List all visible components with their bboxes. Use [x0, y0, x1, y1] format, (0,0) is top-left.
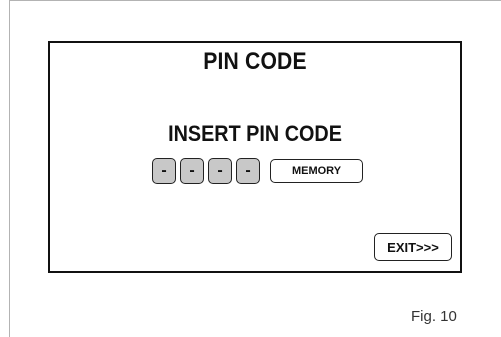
- pin-digit-4[interactable]: -: [236, 158, 260, 184]
- insert-pin-prompt: INSERT PIN CODE: [168, 121, 342, 146]
- pin-code-screen: PIN CODE INSERT PIN CODE - - - - MEMORY …: [48, 41, 462, 273]
- screen-title: PIN CODE: [203, 48, 307, 75]
- memory-button[interactable]: MEMORY: [270, 159, 363, 183]
- figure-frame-left: [9, 0, 10, 337]
- pin-digit-3[interactable]: -: [208, 158, 232, 184]
- pin-entry-row: - - - - MEMORY: [152, 156, 363, 186]
- pin-digit-1[interactable]: -: [152, 158, 176, 184]
- figure-frame-top: [9, 0, 501, 1]
- pin-digit-2[interactable]: -: [180, 158, 204, 184]
- exit-button[interactable]: EXIT>>>: [374, 233, 452, 261]
- figure-caption: Fig. 10: [411, 308, 457, 325]
